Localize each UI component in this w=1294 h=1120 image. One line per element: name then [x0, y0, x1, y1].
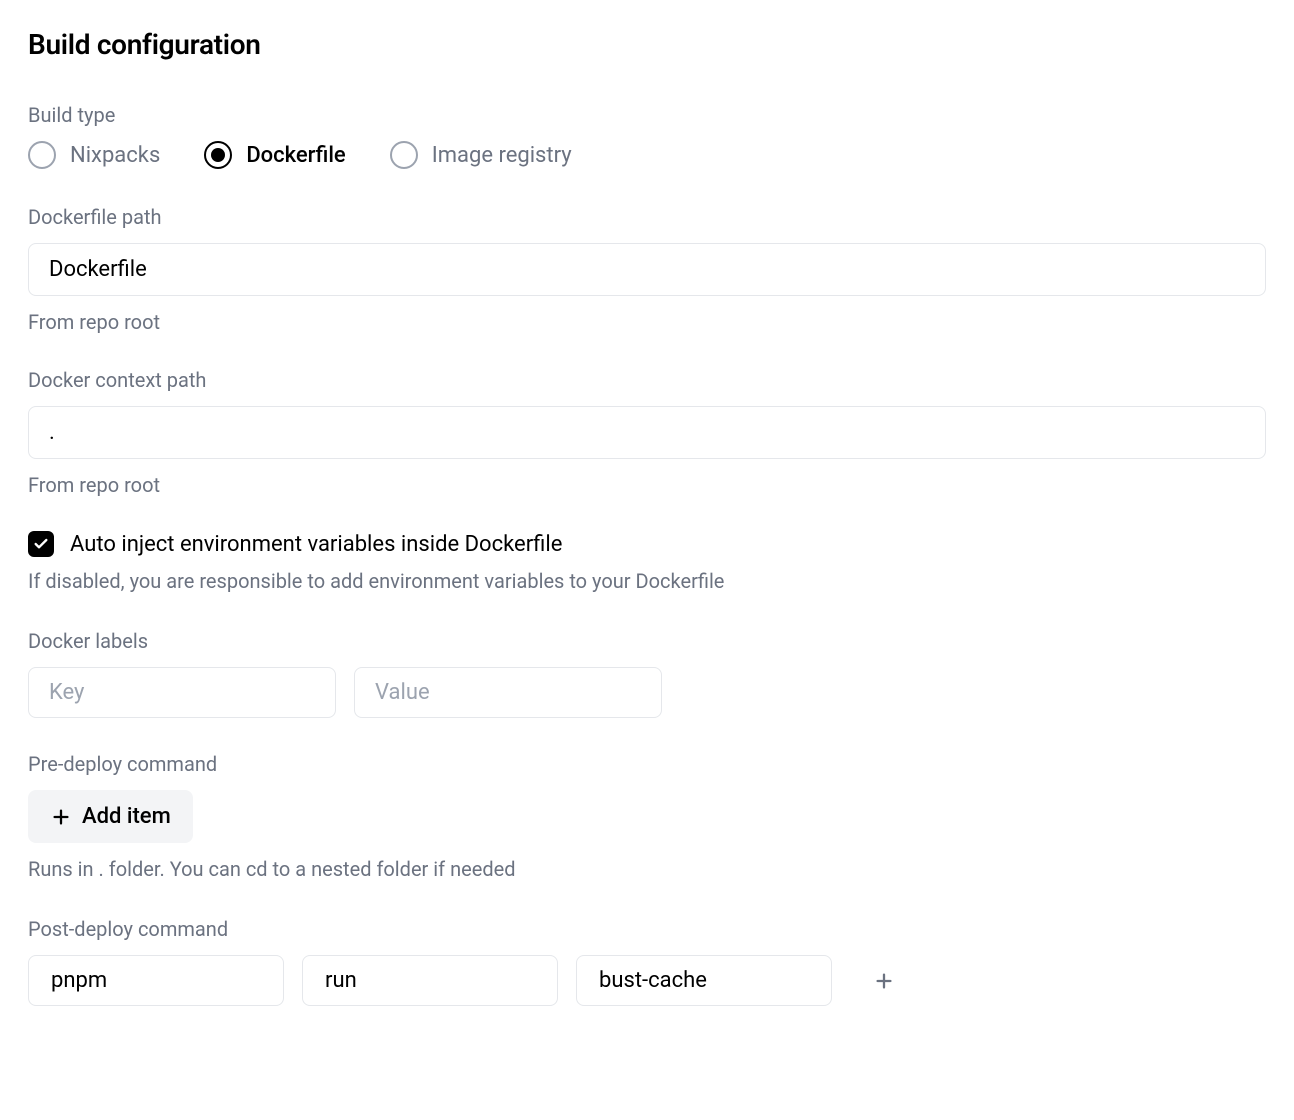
radio-image-registry[interactable]: Image registry: [390, 141, 572, 169]
page-title: Build configuration: [28, 28, 1266, 61]
radio-nixpacks[interactable]: Nixpacks: [28, 141, 160, 169]
post-deploy-command-0[interactable]: [28, 955, 284, 1006]
pre-deploy-helper: Runs in . folder. You can cd to a nested…: [28, 857, 1266, 881]
plus-icon: [50, 806, 72, 828]
docker-context-path-label: Docker context path: [28, 368, 1266, 392]
auto-inject-checkbox[interactable]: [28, 531, 54, 557]
post-deploy-command-1[interactable]: [302, 955, 558, 1006]
docker-label-value-input[interactable]: [354, 667, 662, 718]
radio-label: Nixpacks: [70, 143, 160, 168]
check-icon: [33, 536, 49, 552]
post-deploy-label: Post-deploy command: [28, 917, 1266, 941]
dockerfile-path-label: Dockerfile path: [28, 205, 1266, 229]
docker-labels-label: Docker labels: [28, 629, 1266, 653]
docker-labels-row: [28, 667, 1266, 718]
build-type-radio-group: Nixpacks Dockerfile Image registry: [28, 141, 1266, 169]
add-item-label: Add item: [82, 804, 171, 829]
post-deploy-row: [28, 955, 1266, 1006]
docker-context-path-helper: From repo root: [28, 473, 1266, 497]
add-command-button[interactable]: [864, 961, 904, 1001]
radio-dot-icon: [211, 148, 225, 162]
build-type-label: Build type: [28, 103, 1266, 127]
radio-circle-icon: [204, 141, 232, 169]
auto-inject-helper: If disabled, you are responsible to add …: [28, 569, 1266, 593]
dockerfile-path-helper: From repo root: [28, 310, 1266, 334]
add-item-button[interactable]: Add item: [28, 790, 193, 843]
radio-circle-icon: [28, 141, 56, 169]
radio-dockerfile[interactable]: Dockerfile: [204, 141, 345, 169]
post-deploy-command-2[interactable]: [576, 955, 832, 1006]
radio-label: Image registry: [432, 143, 572, 168]
dockerfile-path-input[interactable]: [28, 243, 1266, 296]
auto-inject-label: Auto inject environment variables inside…: [70, 532, 562, 557]
radio-circle-icon: [390, 141, 418, 169]
auto-inject-row: Auto inject environment variables inside…: [28, 531, 1266, 557]
docker-label-key-input[interactable]: [28, 667, 336, 718]
pre-deploy-label: Pre-deploy command: [28, 752, 1266, 776]
radio-label: Dockerfile: [246, 143, 345, 168]
plus-icon: [873, 970, 895, 992]
docker-context-path-input[interactable]: [28, 406, 1266, 459]
